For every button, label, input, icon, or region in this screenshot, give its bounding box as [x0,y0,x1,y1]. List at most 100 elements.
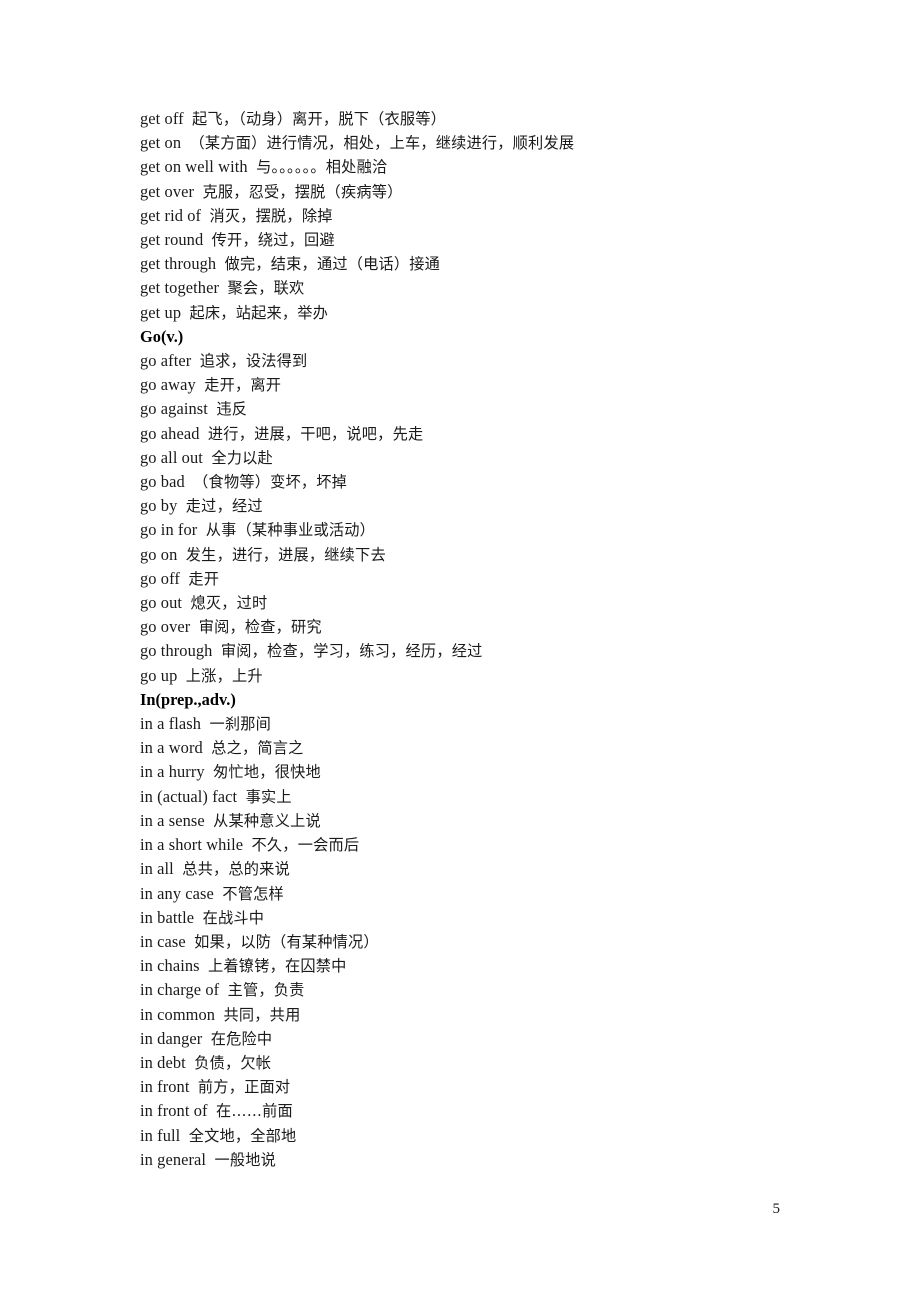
entry-separator [194,908,202,927]
vocabulary-entry: in general 一般地说 [140,1148,780,1172]
vocabulary-entry: go off 走开 [140,567,780,591]
vocabulary-entry: in a word 总之，简言之 [140,736,780,760]
entry-gloss: 克服，忍受，摆脱（疾病等） [202,182,403,201]
vocabulary-entry: in case 如果，以防（有某种情况） [140,930,780,954]
vocabulary-entry: go on 发生，进行，进展，继续下去 [140,543,780,567]
entry-separator [208,1101,216,1120]
vocabulary-entry: in danger 在危险中 [140,1027,780,1051]
vocabulary-entry: in common 共同，共用 [140,1003,780,1027]
entry-term: go out [140,593,183,613]
vocabulary-entry: go after 追求，设法得到 [140,349,780,373]
entry-gloss: 总之，简言之 [211,739,304,758]
entry-gloss: 发生，进行，进展，继续下去 [185,545,386,564]
entry-term: go away [140,375,196,395]
entry-gloss: 一刹那间 [209,715,272,734]
entry-gloss: 消灭，摆脱，除掉 [209,206,333,225]
entry-term: in danger [140,1028,203,1048]
entry-separator [205,811,213,830]
entry-gloss: 如果，以防（有某种情况） [194,932,379,951]
entry-gloss: 全文地，全部地 [188,1126,297,1145]
entry-separator [177,545,185,564]
entry-separator [196,375,204,394]
entry-gloss: 总共，总的来说 [182,860,290,879]
vocabulary-entry: get together 聚会，联欢 [140,276,780,300]
entry-term: in charge of [140,980,220,1000]
entry-term: go bad [140,472,185,492]
entry-separator [216,254,224,273]
entry-separator [177,496,185,515]
entry-term: go after [140,351,192,371]
vocabulary-entry: go all out 全力以赴 [140,446,780,470]
entry-gloss: 与。。。。。。相处融洽 [256,158,388,177]
entry-gloss: 进行，进展，干吧，说吧，先走 [207,424,424,443]
entry-gloss: 从事（某种事业或活动） [205,521,376,540]
entry-separator [174,859,182,878]
entry-gloss: （食物等）变坏，坏掉 [193,473,348,492]
entry-separator [205,762,213,781]
vocabulary-entry: go over 审阅，检查，研究 [140,615,780,639]
entry-gloss: 不管怎样 [222,884,284,903]
entry-term: in battle [140,907,195,927]
vocabulary-entry: in a hurry 匆忙地，很快地 [140,760,780,784]
entry-gloss: 审阅，检查，研究 [198,618,322,637]
entry-separator [202,1029,210,1048]
vocabulary-entry: get round 传开，绕过，回避 [140,228,780,252]
entry-gloss: 走开，离开 [204,376,282,395]
entry-term: go against [140,399,208,419]
entry-separator [219,980,227,999]
vocabulary-list: get off 起飞，（动身）离开，脱下（衣服等） get on （某方面）进行情… [140,107,780,1172]
entry-gloss: 熄灭，过时 [190,594,268,613]
entry-term: get through [140,254,217,274]
entry-separator [181,303,189,322]
entry-separator [190,1077,198,1096]
vocabulary-entry: in a flash 一刹那间 [140,712,780,736]
entry-term: get over [140,181,195,201]
entry-term: get round [140,230,204,250]
entry-separator [186,932,194,951]
entry-term: go on [140,544,178,564]
vocabulary-entry: in a sense 从某种意义上说 [140,809,780,833]
vocabulary-entry: go against 违反 [140,397,780,421]
entry-gloss: 起飞，（动身）离开，脱下（衣服等） [192,110,447,128]
entry-term: in front [140,1077,190,1097]
entry-gloss: 共同，共用 [223,1005,301,1024]
entry-gloss: 全力以赴 [211,448,273,467]
entry-gloss: 传开，绕过，回避 [211,231,335,250]
entry-term: in debt [140,1052,186,1072]
entry-term: go up [140,665,178,685]
entry-gloss: 不久，一会而后 [251,836,360,855]
entry-term: go over [140,617,191,637]
entry-gloss: 一般地说 [214,1150,277,1169]
entry-term: in case [140,931,186,951]
entry-separator [203,738,211,757]
entry-term: get on well with [140,157,248,177]
vocabulary-entry: in front of 在……前面 [140,1099,780,1123]
entry-gloss: 违反 [216,400,248,419]
entry-term: go all out [140,447,203,467]
entry-term: go in for [140,520,198,540]
entry-gloss: 主管，负责 [227,981,305,1000]
entry-term: go ahead [140,423,200,443]
entry-term: get rid of [140,205,202,225]
vocabulary-entry: in battle 在战斗中 [140,906,780,930]
entry-term: get together [140,278,220,298]
section-heading: In(prep.,adv.) [140,689,236,709]
entry-gloss: 从某种意义上说 [213,811,321,830]
entry-separator [191,351,199,370]
entry-separator [184,109,192,128]
entry-term: go off [140,568,180,588]
entry-gloss: 事实上 [245,787,292,806]
entry-term: in all [140,859,174,879]
entry-separator [181,133,189,152]
entry-separator [200,424,208,443]
entry-separator [197,520,205,539]
entry-separator [203,230,211,249]
entry-gloss: 负债，欠帐 [194,1053,272,1072]
entry-term: in general [140,1149,207,1169]
entry-term: in any case [140,883,214,903]
entry-gloss: 走过，经过 [185,497,263,516]
entry-gloss: 上涨，上升 [185,666,263,685]
entry-term: in a sense [140,810,205,830]
entry-term: in a hurry [140,762,205,782]
entry-separator [186,1053,194,1072]
